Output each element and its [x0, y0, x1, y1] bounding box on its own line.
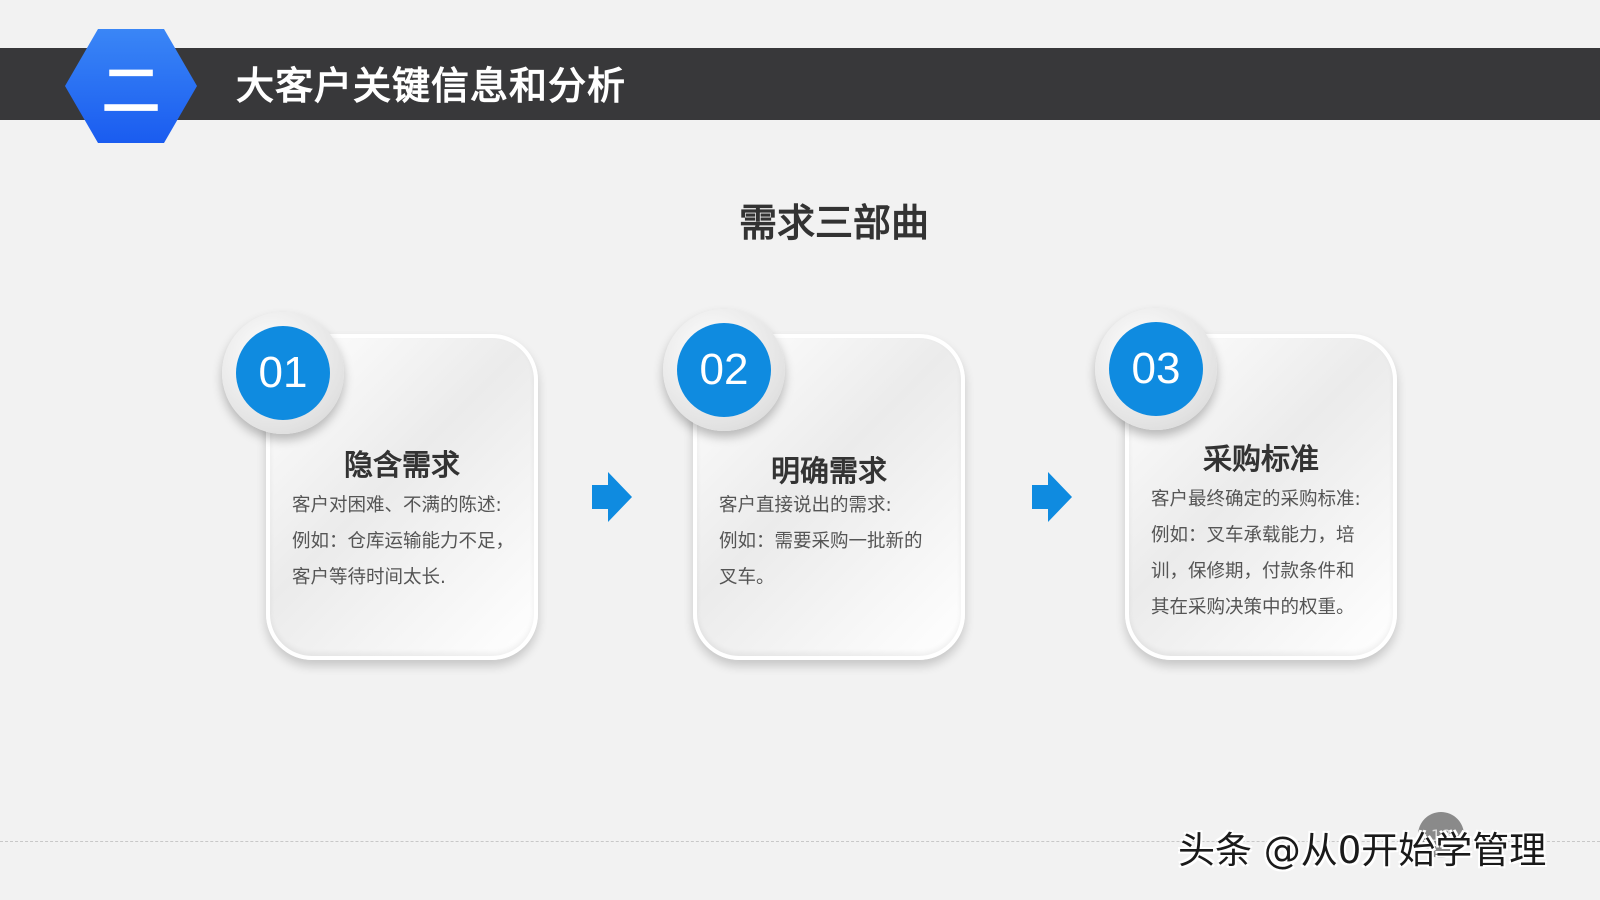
card-text-line: 客户最终确定的采购标准:: [1151, 489, 1361, 510]
card-text-line: 例如：需要采购一批新的: [719, 531, 923, 552]
step-number-badge-1: 01: [222, 312, 344, 434]
card-text-line: 例如：仓库运输能力不足，: [292, 531, 515, 552]
watermark: 头条 @从0开始学管理: [1178, 829, 1547, 872]
header-title: 大客户关键信息和分析: [236, 64, 627, 108]
step-number: 02: [677, 323, 771, 417]
card-text-line: 客户等待时间太长.: [292, 567, 446, 588]
step-number: 01: [236, 326, 330, 420]
card-description: 客户最终确定的采购标准: 例如：叉车承载能力，培 训，保修期，付款条件和 其在采…: [1151, 482, 1387, 626]
page-title: 需求三部曲: [738, 201, 929, 245]
card-description: 客户对困难、不满的陈述: 例如：仓库运输能力不足， 客户等待时间太长.: [292, 488, 528, 596]
slide: 二 大客户关键信息和分析 需求三部曲 隐含需求 客户对困难、不满的陈述: 例如：…: [0, 0, 1600, 900]
card-text-line: 例如：叉车承载能力，培: [1151, 525, 1355, 546]
card-text-line: 其在采购决策中的权重。: [1151, 597, 1355, 618]
step-number-badge-2: 02: [663, 309, 785, 431]
card-description: 客户直接说出的需求: 例如：需要采购一批新的 叉车。: [719, 488, 955, 596]
card-text-line: 客户直接说出的需求:: [719, 495, 892, 516]
card-title: 隐含需求: [343, 448, 460, 482]
card-title: 明确需求: [770, 454, 887, 488]
card-text-line: 训，保修期，付款条件和: [1151, 561, 1355, 582]
card-text-line: 客户对困难、不满的陈述:: [292, 495, 502, 516]
right-arrow-icon: [592, 472, 632, 522]
step-number: 03: [1109, 322, 1203, 416]
card-text-line: 叉车。: [719, 567, 775, 588]
right-arrow-icon: [1032, 472, 1072, 522]
card-title: 采购标准: [1202, 442, 1319, 476]
step-number-badge-3: 03: [1095, 308, 1217, 430]
section-number: 二: [101, 57, 160, 125]
